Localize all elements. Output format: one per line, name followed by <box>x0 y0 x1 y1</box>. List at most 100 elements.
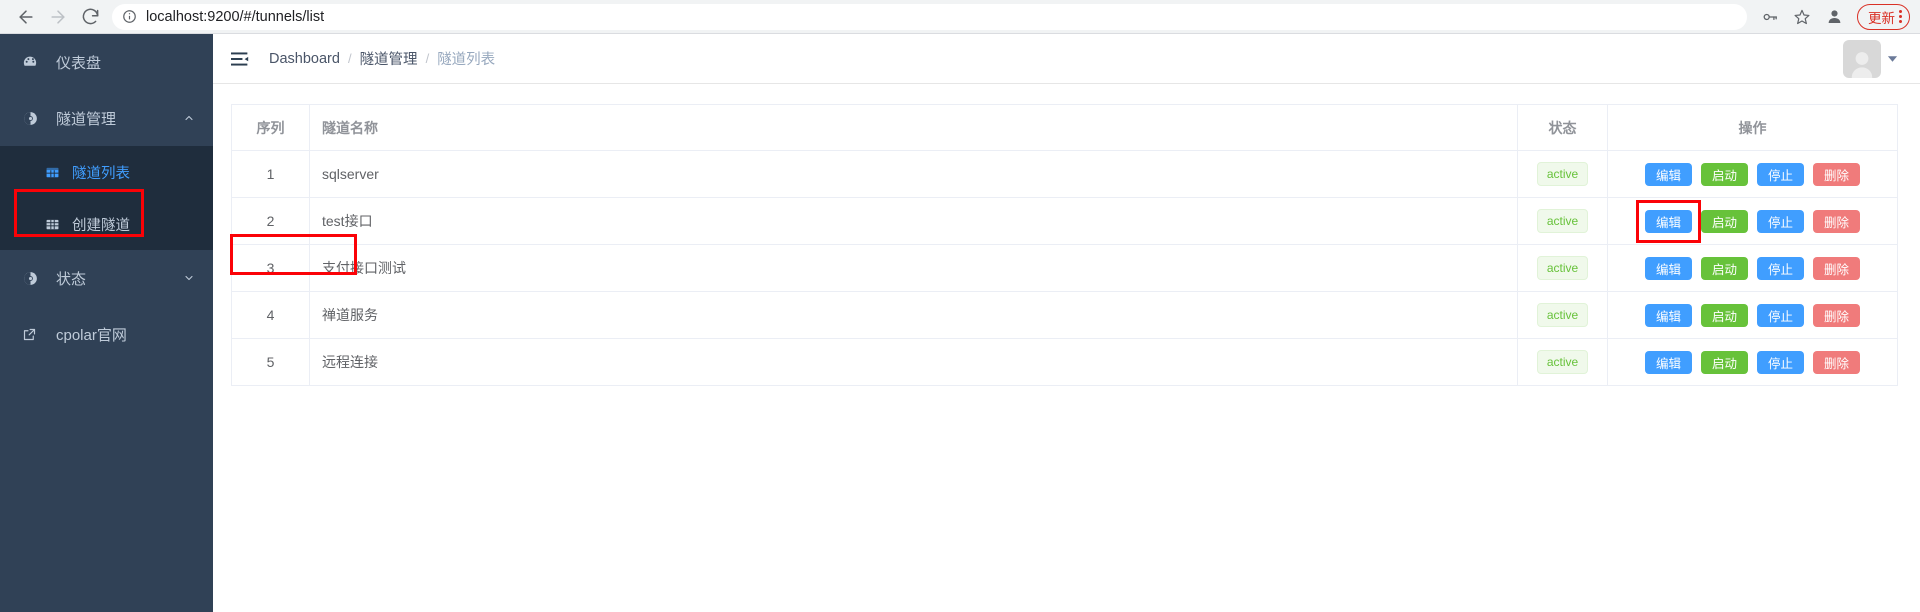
breadcrumb-item-tunnel-management[interactable]: 隧道管理 <box>360 48 418 69</box>
site-info-icon[interactable] <box>122 9 137 24</box>
action-cell-stop-button: 停止 <box>1757 162 1804 186</box>
sidebar-subitem-create-tunnel[interactable]: 创建隧道 <box>0 198 213 250</box>
grid-icon <box>45 217 60 232</box>
delete-button[interactable]: 删除 <box>1813 209 1860 233</box>
forward-icon[interactable] <box>42 1 74 33</box>
stop-button[interactable]: 停止 <box>1757 209 1804 233</box>
edit-button[interactable]: 编辑 <box>1645 256 1692 280</box>
sidebar-subitem-label: 隧道列表 <box>72 165 130 182</box>
edit-button[interactable]: 编辑 <box>1645 350 1692 374</box>
breadcrumb: Dashboard / 隧道管理 / 隧道列表 <box>269 48 495 69</box>
stop-button[interactable]: 停止 <box>1757 162 1804 186</box>
cell-seq: 3 <box>231 244 310 292</box>
delete-button[interactable]: 删除 <box>1813 303 1860 327</box>
action-cell-stop-button: 停止 <box>1757 350 1804 374</box>
cell-tunnel-name: 禅道服务 <box>309 291 1518 339</box>
sidebar-item-tunnel-management[interactable]: 隧道管理 <box>0 90 213 146</box>
edit-button[interactable]: 编辑 <box>1645 209 1692 233</box>
cell-actions: 编辑 启动 停止 删除 <box>1607 244 1898 292</box>
cell-seq: 2 <box>231 197 310 245</box>
cell-status: active <box>1517 291 1608 339</box>
url-text[interactable]: localhost:9200/#/tunnels/list <box>146 9 324 25</box>
sidebar-item-status[interactable]: 状态 <box>0 250 213 306</box>
start-button[interactable]: 启动 <box>1701 350 1748 374</box>
start-button[interactable]: 启动 <box>1701 209 1748 233</box>
column-header-status: 状态 <box>1517 104 1608 151</box>
avatar[interactable] <box>1843 39 1881 78</box>
cell-actions: 编辑 启动 停止 删除 <box>1607 150 1898 198</box>
table-body: 1 sqlserver active 编辑 启动 停止 删除 2 test接口 active 编辑启… <box>231 150 1898 386</box>
action-button-group: 编辑 启动 停止 删除 <box>1618 162 1887 186</box>
cell-status: active <box>1517 150 1608 198</box>
main-content: Dashboard / 隧道管理 / 隧道列表 序列 隧道名称 状态 操作 1 … <box>213 34 1920 612</box>
action-cell-delete-button: 删除 <box>1813 256 1860 280</box>
caret-down-icon[interactable] <box>1887 53 1898 64</box>
table-row: 5 远程连接 active 编辑 启动 停止 删除 <box>231 338 1898 386</box>
profile-avatar-icon[interactable] <box>1819 2 1849 32</box>
key-icon[interactable] <box>1755 2 1785 32</box>
status-badge: active <box>1536 256 1589 280</box>
chevron-down-icon[interactable] <box>183 272 195 284</box>
sidebar-item-label: 隧道管理 <box>56 110 117 128</box>
sidebar-submenu-tunnel: 隧道列表 创建隧道 <box>0 146 213 250</box>
action-cell-delete-button: 删除 <box>1813 350 1860 374</box>
table-row: 2 test接口 active 编辑 启动 停止 删除 <box>231 197 1898 245</box>
back-icon[interactable] <box>10 1 42 33</box>
table-header: 序列 隧道名称 状态 操作 <box>231 104 1898 151</box>
chevron-up-icon[interactable] <box>183 112 195 124</box>
edit-button[interactable]: 编辑 <box>1645 303 1692 327</box>
stop-button[interactable]: 停止 <box>1757 350 1804 374</box>
cell-tunnel-name: sqlserver <box>309 150 1518 198</box>
table-row: 4 禅道服务 active 编辑 启动 停止 删除 <box>231 291 1898 339</box>
fold-menu-icon[interactable] <box>229 48 251 70</box>
three-dot-menu-icon[interactable] <box>1899 10 1902 23</box>
table-header-row: 序列 隧道名称 状态 操作 <box>231 104 1898 151</box>
cell-tunnel-name: 远程连接 <box>309 338 1518 386</box>
reload-icon[interactable] <box>74 1 106 33</box>
sidebar-item-cpolar-website[interactable]: cpolar官网 <box>0 306 213 362</box>
action-cell-delete-button: 删除 <box>1813 209 1860 233</box>
stop-button[interactable]: 停止 <box>1757 303 1804 327</box>
cell-tunnel-name: 支付接口测试 <box>309 244 1518 292</box>
action-cell-edit-button: 编辑 <box>1645 350 1692 374</box>
action-cell-edit-button: 编辑 <box>1636 199 1701 243</box>
action-cell-start-button: 启动 <box>1701 209 1748 233</box>
start-button[interactable]: 启动 <box>1701 162 1748 186</box>
action-cell-stop-button: 停止 <box>1757 256 1804 280</box>
cell-actions: 编辑 启动 停止 删除 <box>1607 338 1898 386</box>
breadcrumb-item-tunnel-list: 隧道列表 <box>437 52 496 68</box>
delete-button[interactable]: 删除 <box>1813 256 1860 280</box>
action-cell-edit-button: 编辑 <box>1645 162 1692 186</box>
column-header-actions: 操作 <box>1607 104 1898 151</box>
tunnel-list-panel: 序列 隧道名称 状态 操作 1 sqlserver active 编辑 启动 停止 删除 2 t… <box>213 84 1920 386</box>
tunnel-table: 序列 隧道名称 状态 操作 1 sqlserver active 编辑 启动 停止 删除 2 t… <box>231 104 1898 386</box>
table-row: 3 支付接口测试 active 编辑 启动 停止 删除 <box>231 244 1898 292</box>
table-row: 1 sqlserver active 编辑 启动 停止 删除 <box>231 150 1898 198</box>
browser-toolbar: localhost:9200/#/tunnels/list 更新 <box>0 0 1920 34</box>
edit-button[interactable]: 编辑 <box>1645 162 1692 186</box>
cell-actions: 编辑 启动 停止 删除 <box>1607 291 1898 339</box>
start-button[interactable]: 启动 <box>1701 303 1748 327</box>
stop-button[interactable]: 停止 <box>1757 256 1804 280</box>
action-cell-edit-button: 编辑 <box>1645 256 1692 280</box>
top-navbar: Dashboard / 隧道管理 / 隧道列表 <box>213 34 1920 84</box>
start-button[interactable]: 启动 <box>1701 256 1748 280</box>
tunnel-icon <box>22 110 44 127</box>
bookmark-star-icon[interactable] <box>1787 2 1817 32</box>
sidebar: 仪表盘 隧道管理 隧道列表 创建隧道 状态 cpolar官网 <box>0 34 213 612</box>
sidebar-item-dashboard[interactable]: 仪表盘 <box>0 34 213 90</box>
sidebar-subitem-tunnel-list[interactable]: 隧道列表 <box>0 146 213 198</box>
address-bar[interactable]: localhost:9200/#/tunnels/list <box>112 3 1747 30</box>
cell-seq: 4 <box>231 291 310 339</box>
update-button[interactable]: 更新 <box>1857 3 1910 30</box>
action-cell-edit-button: 编辑 <box>1645 303 1692 327</box>
topbar-user-area[interactable] <box>1843 39 1898 78</box>
breadcrumb-item-dashboard[interactable]: Dashboard <box>269 51 340 67</box>
delete-button[interactable]: 删除 <box>1813 162 1860 186</box>
cell-tunnel-name: test接口 <box>309 197 1518 245</box>
status-badge: active <box>1536 303 1589 327</box>
cell-seq: 1 <box>231 150 310 198</box>
action-button-group: 编辑 启动 停止 删除 <box>1618 199 1887 243</box>
action-cell-stop-button: 停止 <box>1757 303 1804 327</box>
delete-button[interactable]: 删除 <box>1813 350 1860 374</box>
